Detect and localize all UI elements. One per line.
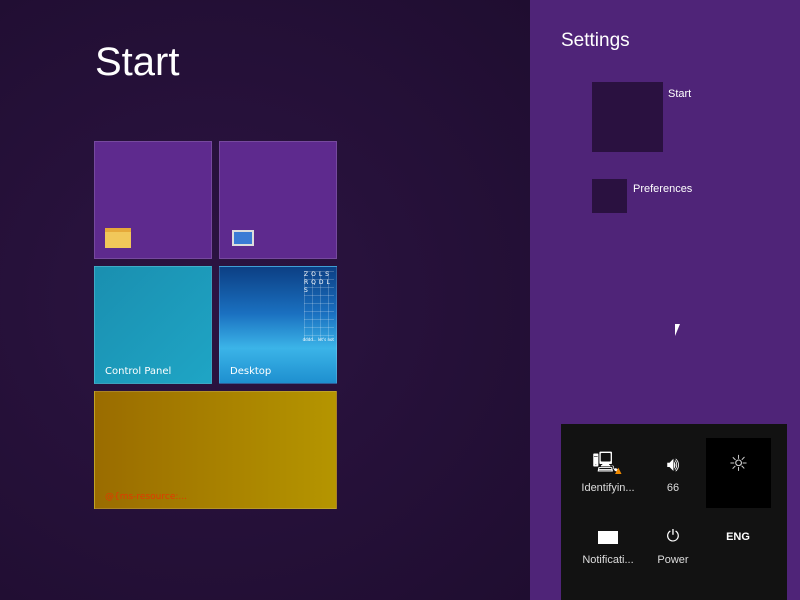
brightness-icon: ☼ [728, 452, 749, 477]
volume-icon: 🔊︎ [666, 453, 680, 476]
desktop-thumb-caption: dddd... let's not [302, 337, 334, 342]
power-button[interactable]: ⏻ Power [638, 524, 708, 566]
settings-item-preferences[interactable]: Preferences [633, 183, 692, 195]
page-title: Start [95, 40, 180, 84]
desktop-thumb-grid: ZOLSRQDLS [304, 271, 334, 341]
tile-label: Control Panel [105, 366, 172, 377]
brightness-button[interactable]: ☼ [706, 438, 771, 508]
tile-label: Desktop [230, 366, 272, 377]
power-icon: ⏻ [666, 528, 680, 545]
power-label: Power [657, 554, 689, 566]
tile-control-panel[interactable]: Control Panel [94, 266, 212, 384]
mouse-cursor [675, 324, 680, 336]
file-explorer-icon [105, 228, 131, 248]
network-warning-icon: 🖳 ▲ [592, 452, 624, 477]
notifications-label: Notificati... [582, 554, 634, 566]
notifications-icon [573, 524, 643, 550]
quick-settings: ☼ 🖳 ▲ Identifyin... 🔊︎ 66 Notificati... ⏻… [561, 424, 787, 600]
settings-item-start[interactable]: Start [668, 88, 691, 100]
tile-desktop[interactable]: ZOLSRQDLS dddd... let's not Desktop [219, 266, 337, 384]
volume-button[interactable]: 🔊︎ 66 [638, 452, 708, 495]
tile-label: @{ms-resource:... [105, 492, 187, 502]
network-button[interactable]: 🖳 ▲ Identifyin... [573, 452, 643, 494]
tile-file-explorer[interactable] [94, 141, 212, 259]
settings-title: Settings [561, 30, 630, 51]
network-label: Identifyin... [581, 482, 635, 494]
start-screen: Start Control Panel ZOLSRQDLS dddd... le… [0, 0, 530, 600]
computer-icon [232, 230, 254, 246]
notifications-button[interactable]: Notificati... [573, 524, 643, 566]
volume-label: 66 [666, 482, 680, 494]
settings-preferences-thumb[interactable] [592, 179, 627, 213]
language-button[interactable]: ENG [703, 524, 773, 554]
tile-unknown-app[interactable]: @{ms-resource:... [94, 391, 337, 509]
settings-start-thumb[interactable] [592, 82, 663, 152]
language-label: ENG [726, 531, 750, 543]
tile-computer[interactable] [219, 141, 337, 259]
